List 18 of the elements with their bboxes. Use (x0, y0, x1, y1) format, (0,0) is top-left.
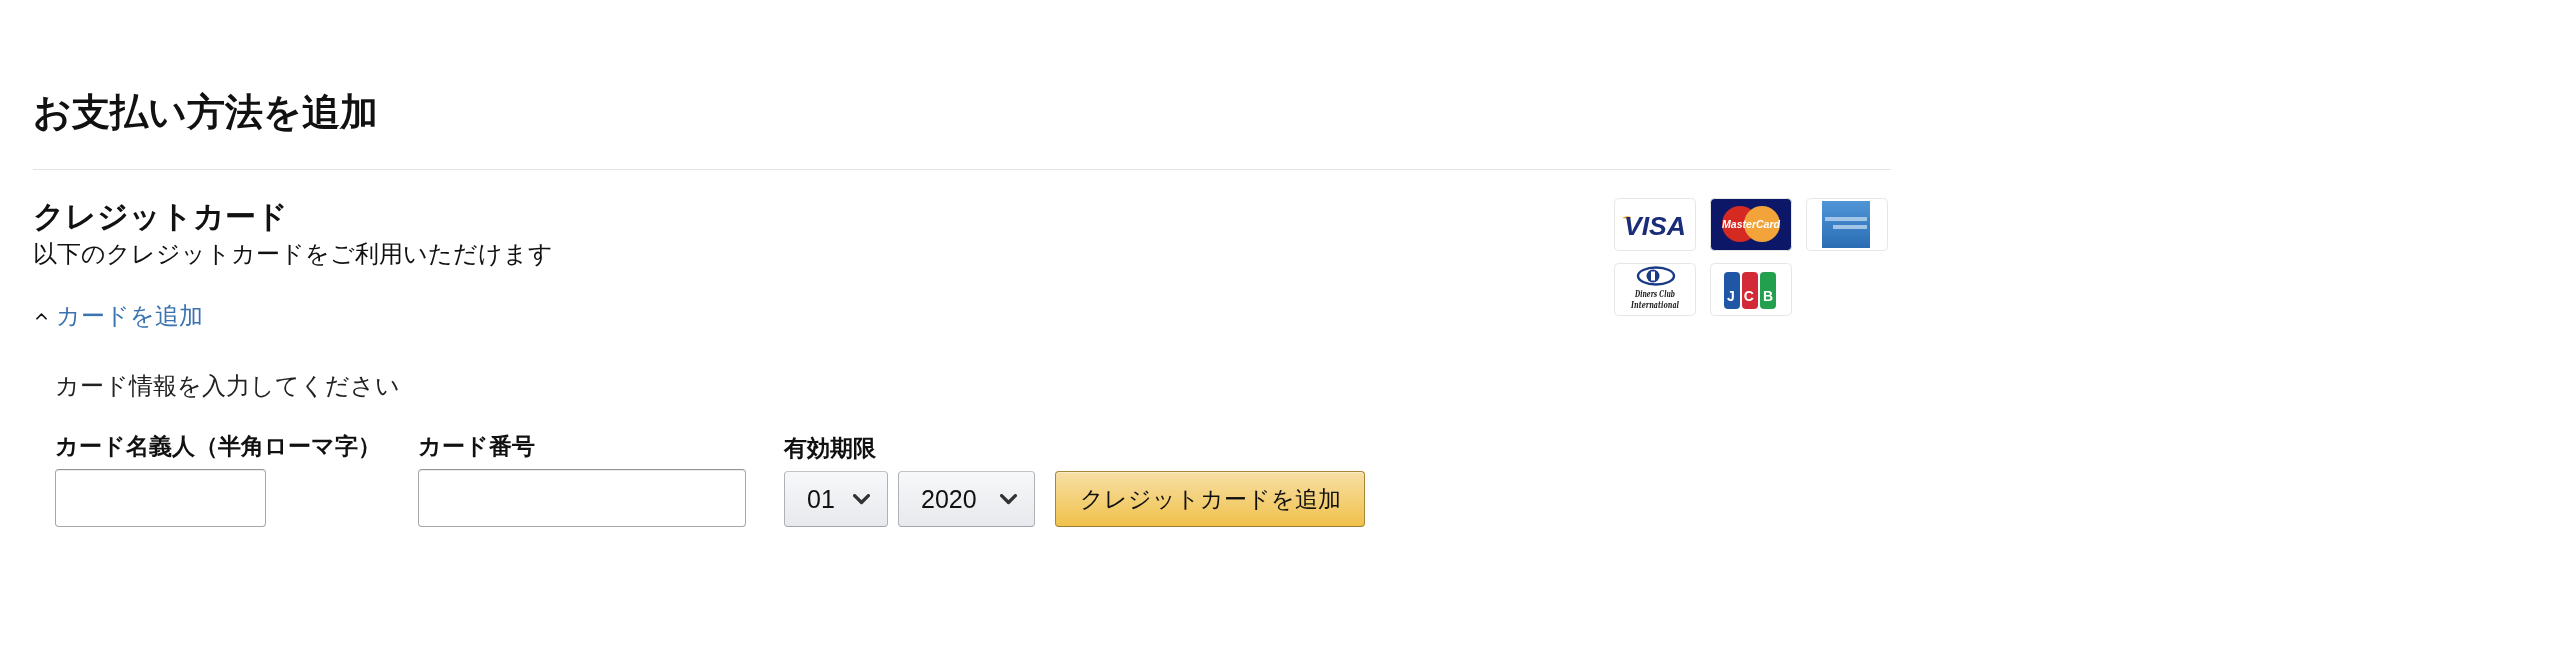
chevron-down-icon (853, 493, 870, 505)
text-input-field[interactable] (55, 469, 266, 527)
month-select[interactable]: 01 (784, 471, 888, 527)
section-heading: クレジットカード (33, 198, 288, 235)
visa-logo: VISA (1614, 198, 1696, 251)
year-select[interactable]: 2020 (898, 471, 1035, 527)
field-label: カード番号 (418, 432, 535, 461)
chevron-down-icon (1000, 493, 1017, 505)
text-input-field[interactable] (418, 469, 746, 527)
section-description: 以下のクレジットカードをご利用いただけます (33, 240, 553, 269)
diners-club-logo: Diners Club International (1614, 263, 1696, 316)
card-logo-icon (1806, 198, 1888, 251)
field-label: カード名義人（半角ローマ字） (55, 432, 381, 461)
add-card-link[interactable]: カードを追加 (33, 301, 203, 331)
form-instructions: カード情報を入力してください (55, 372, 400, 401)
add-credit-card-button[interactable]: クレジットカードを追加 (1055, 471, 1365, 527)
field-label: 有効期限 (784, 434, 876, 463)
page-title: お支払い方法を追加 (33, 90, 378, 135)
